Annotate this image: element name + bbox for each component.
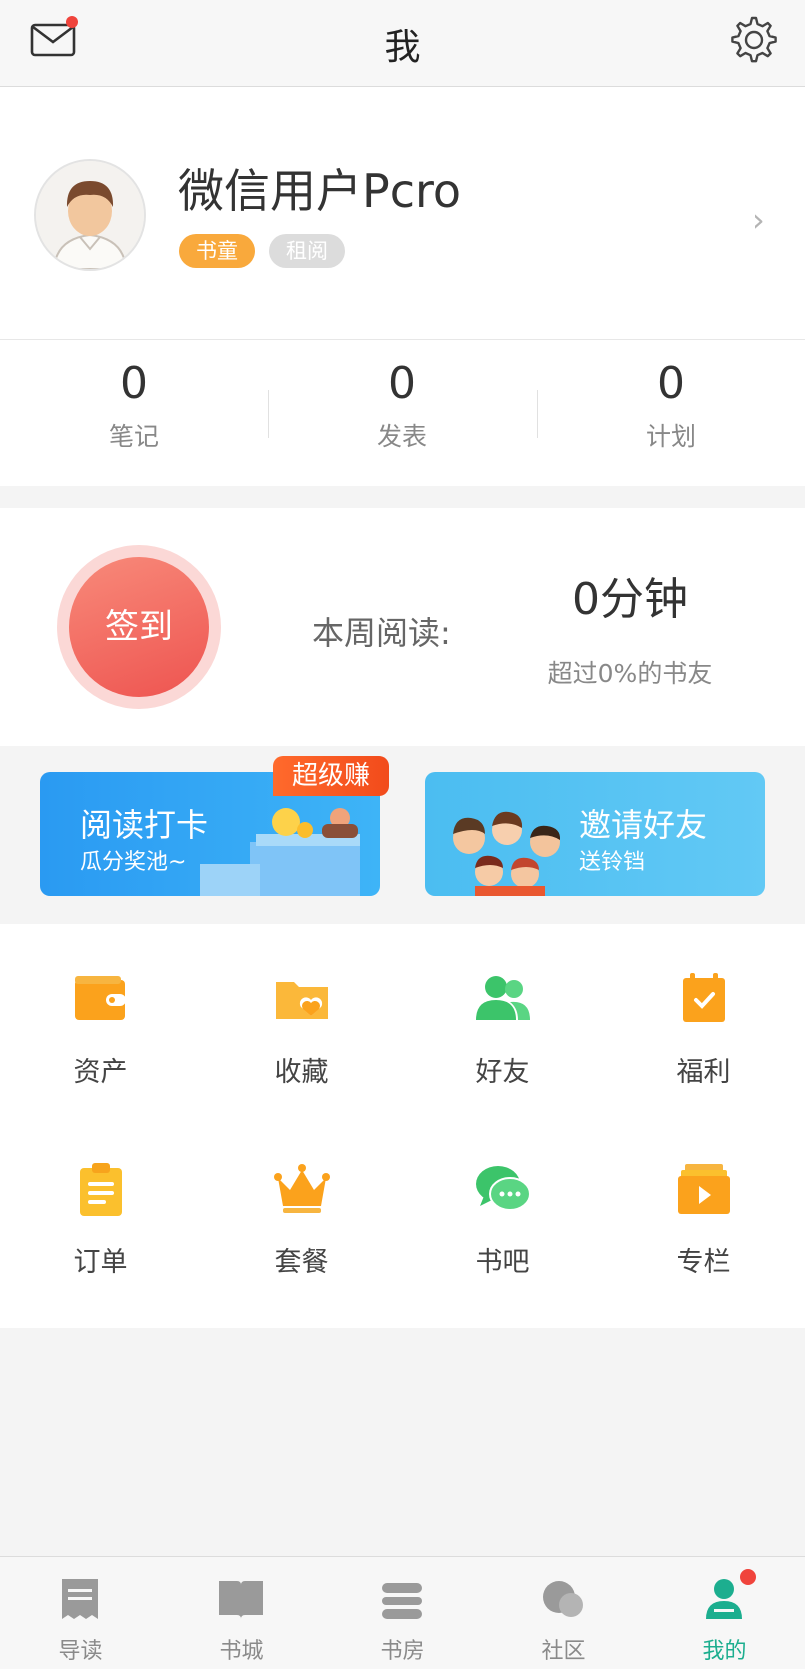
signin-button[interactable]: 签到: [69, 557, 209, 697]
favorite-folder-icon: [276, 982, 328, 1019]
video-column-icon: [678, 1164, 730, 1214]
grid-item-assets[interactable]: 资产: [0, 924, 201, 1114]
grid-item-label: 福利: [676, 1057, 731, 1088]
invite-friends-banner[interactable]: 邀请好友 送铃铛: [425, 772, 765, 896]
stat-value: 0: [120, 358, 148, 409]
tab-label: 导读: [58, 1639, 103, 1664]
bookshelf-icon: [382, 1583, 422, 1619]
grid-item-orders[interactable]: 订单: [0, 1114, 201, 1304]
stat-label: 发表: [376, 422, 427, 451]
banner-subtitle: 瓜分奖池~: [80, 850, 187, 875]
chevron-right-icon[interactable]: ›: [752, 201, 765, 239]
friends-icon: [476, 976, 530, 1020]
clipboard-icon: [80, 1163, 122, 1216]
tab-guide[interactable]: 导读: [0, 1557, 161, 1669]
community-icon: [543, 1581, 583, 1617]
banner-subtitle: 送铃铛: [579, 850, 646, 875]
grid-item-welfare[interactable]: 福利: [603, 924, 804, 1114]
grid-item-favorites[interactable]: 收藏: [201, 924, 402, 1114]
week-reading-value: 0分钟: [572, 574, 688, 625]
avatar-illustration: [36, 161, 144, 269]
stat-posts[interactable]: 0 发表: [268, 358, 536, 453]
grid-item-label: 书吧: [475, 1247, 530, 1278]
signin-ring: 签到: [57, 545, 221, 709]
grid-item-label: 专栏: [676, 1247, 731, 1278]
stat-value: 0: [388, 358, 416, 409]
promo-banners: 阅读打卡 瓜分奖池~ 超级赚 邀请好友 送铃铛: [0, 746, 805, 924]
week-reading-rank: 超过0%的书友: [547, 659, 713, 688]
super-earn-tag: 超级赚: [273, 756, 389, 796]
profile-card[interactable]: 微信用户Pcro 书童 租阅 ›: [0, 87, 805, 340]
tab-mine[interactable]: 我的: [644, 1557, 805, 1669]
chat-bubble-icon: [476, 1166, 531, 1211]
tab-label: 书房: [380, 1639, 425, 1664]
stats-row: 0 笔记 0 发表 0 计划: [0, 340, 805, 486]
top-nav-bar: 我: [0, 0, 805, 87]
crown-icon: [274, 1164, 330, 1213]
rent-badge: 租阅: [269, 234, 345, 268]
banner-title: 邀请好友: [579, 806, 708, 844]
grid-item-packages[interactable]: 套餐: [201, 1114, 402, 1304]
receipt-icon: [62, 1579, 98, 1619]
page-title: 我: [384, 27, 421, 68]
tab-bookstore[interactable]: 书城: [161, 1557, 322, 1669]
grid-item-friends[interactable]: 好友: [402, 924, 603, 1114]
grid-item-label: 订单: [73, 1247, 128, 1278]
level-badge: 书童: [179, 234, 255, 268]
feature-grid: 资产 收藏 好友 福利 订单 套餐 书吧 专栏: [0, 924, 805, 1328]
wallet-icon: [75, 976, 126, 1020]
avatar[interactable]: [34, 159, 146, 271]
open-book-icon: [219, 1581, 263, 1619]
gear-icon[interactable]: [726, 14, 778, 66]
grid-item-label: 好友: [475, 1057, 530, 1088]
grid-item-label: 资产: [73, 1057, 128, 1088]
stat-notes[interactable]: 0 笔记: [0, 358, 268, 453]
banner-title: 阅读打卡: [80, 806, 209, 844]
stat-plans[interactable]: 0 计划: [537, 358, 805, 453]
tab-community[interactable]: 社区: [483, 1557, 644, 1669]
grid-item-label: 套餐: [274, 1247, 329, 1278]
stat-value: 0: [657, 358, 685, 409]
stat-label: 计划: [645, 422, 696, 451]
tab-label: 我的: [702, 1639, 747, 1664]
notification-dot: [740, 1569, 756, 1585]
grid-item-book-bar[interactable]: 书吧: [402, 1114, 603, 1304]
week-reading-label: 本周阅读:: [312, 614, 451, 652]
building-illustration: [200, 808, 360, 896]
stat-label: 笔记: [108, 422, 159, 451]
grid-item-label: 收藏: [274, 1057, 329, 1088]
grid-item-column[interactable]: 专栏: [603, 1114, 804, 1304]
username: 微信用户Pcro: [178, 164, 462, 218]
tab-label: 社区: [541, 1639, 586, 1664]
tab-study[interactable]: 书房: [322, 1557, 483, 1669]
profile-icon: [706, 1579, 742, 1619]
signin-section: 签到 本周阅读: 0分钟 超过0%的书友: [0, 508, 805, 746]
calendar-check-icon: [683, 973, 725, 1022]
friends-illustration: [453, 811, 561, 896]
tab-label: 书城: [219, 1639, 264, 1664]
bottom-tab-bar: 导读 书城 书房 社区 我的: [0, 1556, 805, 1669]
